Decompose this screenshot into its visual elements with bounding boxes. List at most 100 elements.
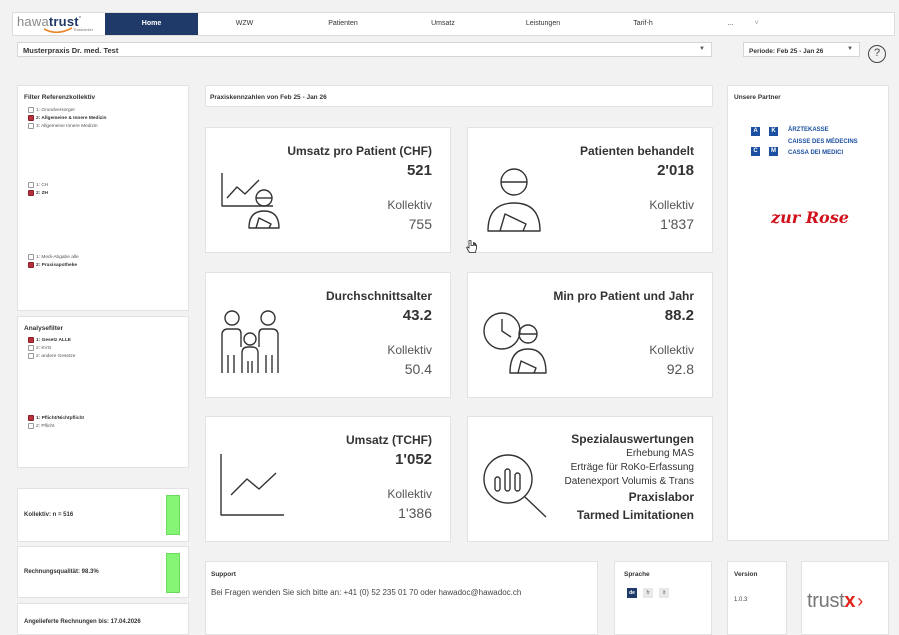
support-text[interactable]: Bei Fragen wenden Sie sich bitte an: +41…	[211, 588, 521, 597]
checkbox-label: 2: KVG	[36, 345, 52, 351]
logo-letter: A	[751, 127, 760, 136]
checkbox-allgemeine-innere-medizin[interactable]: 2: Allgemeine & Innere Medizin	[28, 115, 106, 121]
checkbox-box	[28, 262, 34, 268]
kpi-kollektiv-value: 50.4	[404, 361, 432, 377]
logo-swoosh-icon	[43, 27, 73, 34]
magnifier-chart-icon	[483, 454, 547, 518]
checkbox-label: 1: Medi-Abgabe alle	[36, 254, 79, 260]
kollektiv-size-label: Kollektiv: n = 516	[24, 512, 74, 518]
support-panel: Support Bei Fragen wenden Sie sich bitte…	[205, 561, 598, 635]
kpi-kollektiv-value: 755	[408, 216, 432, 232]
checkbox-label: 2: Pflicht	[36, 423, 55, 429]
spezial-link-roko[interactable]: Erträge für RoKo-Erfassung	[571, 462, 694, 473]
trustx-logo-text: trust	[807, 590, 845, 612]
checkbox-box	[28, 190, 34, 196]
logo-letter: M	[769, 147, 778, 156]
checkbox-grundversorger[interactable]: 1: Grundversorger	[28, 107, 75, 113]
nav-tab-more[interactable]: ... ˅	[691, 13, 795, 35]
kpi-kollektiv-value: 92.8	[666, 361, 694, 377]
nav-tab-patienten[interactable]: Patienten	[291, 13, 395, 35]
checkbox-kvg[interactable]: 2: KVG	[28, 345, 51, 351]
kpi-umsatz-tchf[interactable]: Umsatz (TCHF) 1'052 Kollektiv 1'386	[205, 416, 451, 542]
kpi-min-pro-patient[interactable]: Min pro Patient und Jahr 88.2 Kollektiv …	[467, 272, 713, 398]
nav-tab-umsatz[interactable]: Umsatz	[395, 13, 491, 35]
spezial-title: Spezialauswertungen	[571, 432, 694, 446]
kpi-patienten-behandelt[interactable]: Patienten behandelt 2'018 Kollektiv 1'83…	[467, 127, 713, 253]
checkbox-box	[28, 345, 34, 351]
kpi-title: Min pro Patient und Jahr	[553, 289, 694, 303]
checkbox-andere-gesetze[interactable]: 2: andere Gesetze	[28, 353, 75, 359]
praxiskennzahlen-title: Praxiskennzahlen von Feb 25 - Jan 26	[210, 94, 327, 101]
kpi-umsatz-pro-patient[interactable]: Umsatz pro Patient (CHF) 521 Kollektiv 7…	[205, 127, 451, 253]
checkbox-box	[28, 123, 34, 129]
panel-title: Unsere Partner	[734, 94, 781, 101]
language-button-it[interactable]: it	[659, 588, 669, 598]
revenue-patient-icon	[221, 173, 280, 229]
spezialauswertungen-card[interactable]: Spezialauswertungen Erhebung MAS Erträge…	[467, 416, 713, 542]
spezial-link-mas[interactable]: Erhebung MAS	[626, 448, 694, 459]
checkbox-praxisapotheke[interactable]: 2: Praxisapotheke	[28, 262, 77, 268]
checkbox-label: 3: Allgemeine Innere Medizin	[36, 123, 98, 129]
checkbox-box	[28, 423, 34, 429]
praxiskennzahlen-header: Praxiskennzahlen von Feb 25 - Jan 26	[205, 85, 713, 107]
kpi-kollektiv-label: Kollektiv	[649, 343, 694, 357]
trustx-panel: trustx ›	[801, 561, 889, 635]
checkbox-box	[28, 337, 34, 343]
nav-tab-home[interactable]: Home	[105, 13, 198, 35]
nav-tab-leistungen[interactable]: Leistungen	[491, 13, 595, 35]
logo-letter: C	[751, 147, 760, 156]
kpi-value: 88.2	[664, 307, 694, 324]
checkbox-box	[28, 415, 34, 421]
kpi-kollektiv-label: Kollektiv	[649, 198, 694, 212]
checkbox-label: 2: Praxisapotheke	[36, 262, 78, 268]
panel-title: Analysefilter	[24, 325, 64, 332]
checkbox-allgemeine-innere-medizin-3[interactable]: 3: Allgemeine Innere Medizin	[28, 123, 98, 129]
hawatrust-logo[interactable]: hawatrust° Trustcenter	[13, 13, 105, 35]
dashboard-page: hawatrust° Trustcenter Home WZW Patiente…	[0, 0, 899, 635]
checkbox-medi-abgabe-alle[interactable]: 1: Medi-Abgabe alle	[28, 254, 79, 260]
language-button-fr[interactable]: fr	[643, 588, 653, 598]
logo-subtitle: Trustcenter	[73, 27, 94, 32]
spezial-link-tarmed[interactable]: Tarmed Limitationen	[577, 508, 694, 522]
rechnungsqualitaet-status-indicator	[166, 553, 180, 593]
line-chart-icon	[220, 454, 284, 516]
hand-cursor-icon	[466, 240, 477, 253]
patient-icon	[487, 168, 541, 232]
checkbox-pflicht-nichtpflicht[interactable]: 1: Pflicht/Nichtpflicht	[28, 415, 84, 421]
version-value: 1.0.3	[734, 597, 748, 603]
checkbox-box	[28, 353, 34, 359]
checkbox-label: 2: andere Gesetze	[36, 353, 76, 359]
trustx-logo[interactable]: trustx ›	[807, 590, 863, 613]
kollektiv-size-panel: Kollektiv: n = 516	[17, 488, 189, 542]
kollektiv-status-indicator	[166, 495, 180, 535]
nav-tab-tarif-h[interactable]: Tarif-h	[595, 13, 691, 35]
practice-select[interactable]: Musterpraxis Dr. med. Test ▼	[17, 42, 712, 57]
aerztekasse-line: ÄRZTEKASSE	[788, 127, 829, 133]
checkbox-gesetz-alle[interactable]: 1: Gesetz ALLE	[28, 337, 71, 343]
spezial-link-praxislabor[interactable]: Praxislabor	[629, 490, 694, 504]
kpi-durchschnittsalter[interactable]: Durchschnittsalter 43.2 Kollektiv 50.4	[205, 272, 451, 398]
kpi-value: 1'052	[395, 451, 432, 468]
kpi-title: Umsatz pro Patient (CHF)	[287, 144, 432, 158]
angelieferte-rechnungen-label: Angelieferte Rechnungen bis: 17.04.2026	[24, 619, 141, 625]
language-button-de[interactable]: de	[627, 588, 637, 598]
kpi-kollektiv-value: 1'837	[660, 216, 694, 232]
checkbox-pflicht[interactable]: 2: Pflicht	[28, 423, 54, 429]
sprache-panel: Sprache de fr it	[614, 561, 712, 635]
checkbox-box	[28, 182, 34, 188]
checkbox-box	[28, 107, 34, 113]
help-icon[interactable]: ?	[868, 45, 886, 63]
kpi-kollektiv-label: Kollektiv	[387, 343, 432, 357]
spezial-link-datenexport[interactable]: Datenexport Volumis & Trans	[564, 476, 694, 487]
nav-tab-wzw[interactable]: WZW	[198, 13, 291, 35]
dropdown-arrow-icon: ▼	[847, 46, 853, 52]
zurrose-logo[interactable]: zur Rose	[771, 208, 849, 227]
checkbox-ch[interactable]: 1: CH	[28, 182, 48, 188]
rechnungsqualitaet-panel: Rechnungsqualität: 98.3%	[17, 546, 189, 598]
chevron-right-icon: ›	[857, 591, 863, 611]
checkbox-zh[interactable]: 2: ZH	[28, 190, 48, 196]
period-select[interactable]: Periode: Feb 25 - Jan 26 ▼	[743, 42, 860, 57]
kpi-title: Umsatz (TCHF)	[346, 433, 432, 447]
kpi-kollektiv-label: Kollektiv	[387, 487, 432, 501]
top-navigation: hawatrust° Trustcenter Home WZW Patiente…	[12, 12, 895, 36]
